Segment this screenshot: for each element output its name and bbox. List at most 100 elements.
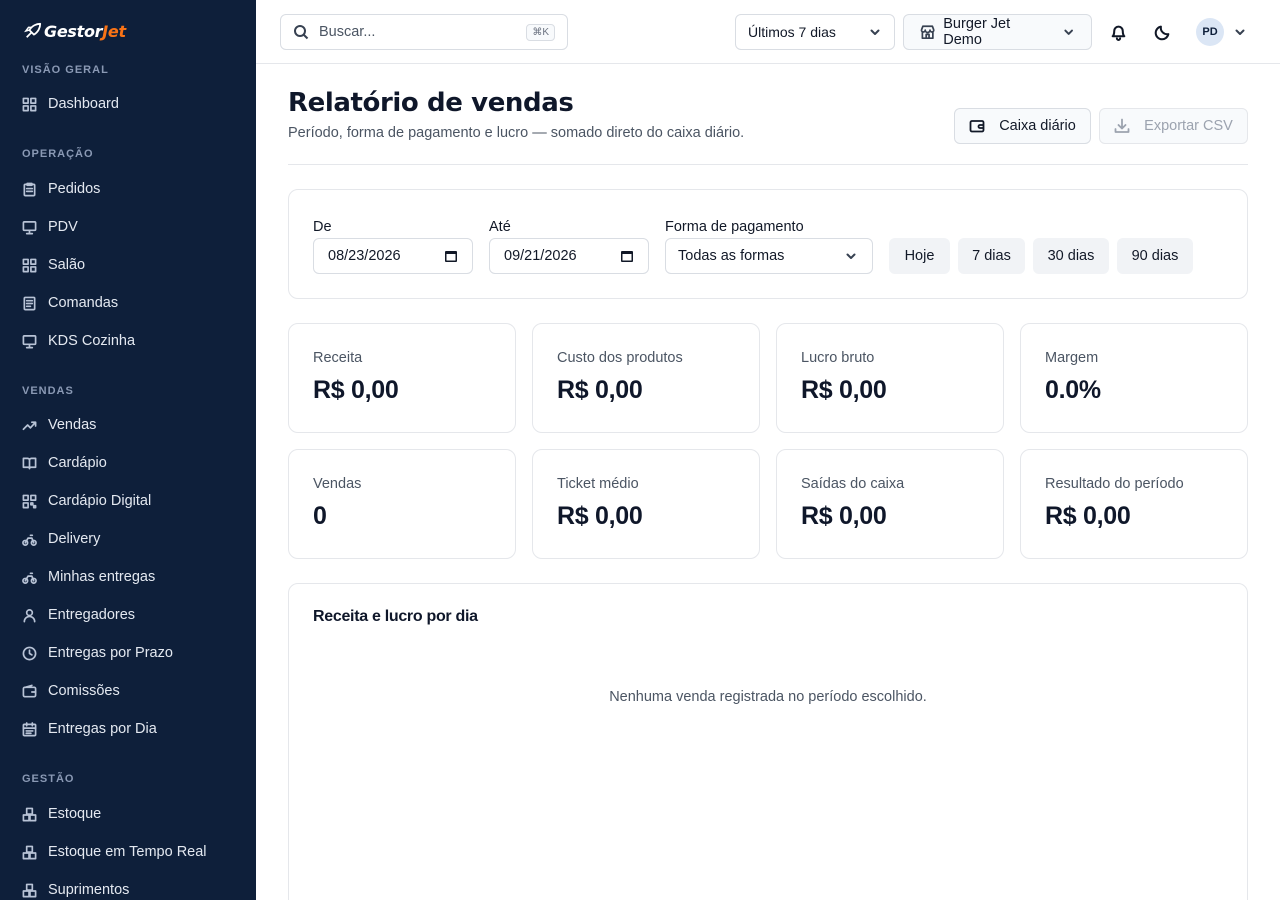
sidebar-item-label: PDV bbox=[48, 219, 78, 235]
sidebar-item-salao[interactable]: Salão bbox=[22, 250, 242, 280]
bike-icon bbox=[22, 533, 37, 546]
search-shortcut: ⌘K bbox=[526, 23, 555, 41]
stat-card-lucro-bruto: Lucro bruto R$ 0,00 bbox=[776, 323, 1004, 433]
page-title: Relatório de vendas bbox=[288, 88, 574, 118]
brand-logo[interactable]: GestorJet bbox=[24, 20, 126, 42]
sidebar-item-label: Cardápio bbox=[48, 455, 107, 471]
sidebar-item-estoque[interactable]: Estoque bbox=[22, 799, 242, 829]
notifications-button[interactable] bbox=[1106, 20, 1130, 44]
sidebar-item-label: Salão bbox=[48, 257, 86, 273]
monitor-icon bbox=[22, 220, 37, 234]
sidebar-item-label: Entregas por Prazo bbox=[48, 645, 173, 661]
from-date-input[interactable]: 08/23/2026 bbox=[313, 238, 473, 274]
stat-value: R$ 0,00 bbox=[801, 376, 887, 404]
avatar[interactable]: PD bbox=[1196, 18, 1224, 46]
quick-range-7-dias[interactable]: 7 dias bbox=[958, 238, 1025, 274]
page-subtitle: Período, forma de pagamento e lucro — so… bbox=[288, 125, 745, 141]
wallet-icon bbox=[22, 684, 37, 697]
boxes-icon bbox=[22, 883, 37, 897]
range-select[interactable]: Últimos 7 dias bbox=[735, 14, 895, 50]
theme-toggle-button[interactable] bbox=[1150, 20, 1174, 44]
sidebar-item-delivery[interactable]: Delivery bbox=[22, 524, 242, 554]
sidebar-item-estoque-tempo-real[interactable]: Estoque em Tempo Real bbox=[22, 837, 242, 867]
stat-card-margem: Margem 0.0% bbox=[1020, 323, 1248, 433]
stat-card-receita: Receita R$ 0,00 bbox=[288, 323, 516, 433]
quick-range-90-dias[interactable]: 90 dias bbox=[1117, 238, 1193, 274]
sidebar-item-pdv[interactable]: PDV bbox=[22, 212, 242, 242]
sidebar-item-vendas[interactable]: Vendas bbox=[22, 410, 242, 440]
stat-label: Custo dos produtos bbox=[557, 350, 683, 366]
from-label: De bbox=[313, 219, 332, 235]
grid-icon bbox=[22, 97, 37, 111]
clipboard-icon bbox=[23, 182, 36, 196]
to-label: Até bbox=[489, 219, 511, 235]
range-select-value: Últimos 7 dias bbox=[748, 24, 836, 40]
sidebar-item-comandas[interactable]: Comandas bbox=[22, 288, 242, 318]
sidebar-item-entregas-por-dia[interactable]: Entregas por Dia bbox=[22, 714, 242, 744]
sidebar-item-kds-cozinha[interactable]: KDS Cozinha bbox=[22, 326, 242, 356]
stat-value: 0.0% bbox=[1045, 376, 1101, 404]
chevron-down-icon[interactable] bbox=[1233, 25, 1247, 39]
nav-section-visao-geral: VISÃO GERAL bbox=[22, 64, 109, 76]
stat-label: Resultado do período bbox=[1045, 476, 1184, 492]
trend-up-icon bbox=[22, 420, 37, 430]
sidebar-item-pedidos[interactable]: Pedidos bbox=[22, 174, 242, 204]
bike-icon bbox=[22, 571, 37, 584]
sidebar-item-label: Cardápio Digital bbox=[48, 493, 152, 509]
payment-select[interactable]: Todas as formas bbox=[665, 238, 873, 274]
clock-icon bbox=[22, 646, 37, 660]
qrcode-icon bbox=[22, 494, 37, 508]
sidebar-item-cardapio[interactable]: Cardápio bbox=[22, 448, 242, 478]
export-csv-button[interactable]: Exportar CSV bbox=[1099, 108, 1248, 144]
calendar-icon[interactable] bbox=[444, 249, 458, 263]
rocket-icon bbox=[24, 22, 42, 38]
quick-range-hoje[interactable]: Hoje bbox=[889, 238, 950, 274]
sidebar-item-minhas-entregas[interactable]: Minhas entregas bbox=[22, 562, 242, 592]
sidebar-item-label: Minhas entregas bbox=[48, 569, 156, 585]
caixa-diario-label: Caixa diário bbox=[999, 118, 1076, 134]
calendar-icon[interactable] bbox=[620, 249, 634, 263]
store-select[interactable]: Burger Jet Demo bbox=[903, 14, 1092, 50]
stat-label: Margem bbox=[1045, 350, 1099, 366]
chevron-down-icon bbox=[870, 29, 880, 35]
sidebar-item-cardapio-digital[interactable]: Cardápio Digital bbox=[22, 486, 242, 516]
stat-label: Ticket médio bbox=[557, 476, 639, 492]
nav-section-vendas: VENDAS bbox=[22, 385, 74, 397]
sidebar-item-comissoes[interactable]: Comissões bbox=[22, 676, 242, 706]
download-icon bbox=[1114, 118, 1130, 133]
search-input[interactable]: Buscar... ⌘K bbox=[280, 14, 568, 50]
calendar-icon bbox=[22, 721, 37, 736]
nav-section-gestao: GESTÃO bbox=[22, 773, 75, 785]
chart-empty-message: Nenhuma venda registrada no período esco… bbox=[609, 689, 927, 705]
sidebar-item-label: Estoque em Tempo Real bbox=[48, 844, 207, 860]
sidebar-item-entregadores[interactable]: Entregadores bbox=[22, 600, 242, 630]
sidebar-item-entregas-por-prazo[interactable]: Entregas por Prazo bbox=[22, 638, 242, 668]
sidebar-item-dashboard[interactable]: Dashboard bbox=[22, 89, 242, 119]
list-icon bbox=[23, 296, 36, 310]
quick-range-30-dias[interactable]: 30 dias bbox=[1033, 238, 1109, 274]
bell-icon bbox=[1111, 25, 1125, 41]
sidebar-item-label: Dashboard bbox=[48, 96, 119, 112]
caixa-diario-button[interactable]: Caixa diário bbox=[954, 108, 1091, 144]
store-icon bbox=[920, 25, 935, 40]
payment-select-value: Todas as formas bbox=[678, 248, 785, 264]
sidebar-item-label: Comandas bbox=[48, 295, 119, 311]
sidebar-item-suprimentos[interactable]: Suprimentos bbox=[22, 875, 242, 900]
stat-value: R$ 0,00 bbox=[557, 376, 643, 404]
stat-value: R$ 0,00 bbox=[801, 502, 887, 530]
nav-section-operacao: OPERAÇÃO bbox=[22, 148, 94, 160]
brand-name-accent: Jet bbox=[102, 21, 126, 41]
sidebar-item-label: Comissões bbox=[48, 683, 120, 699]
grid-icon bbox=[22, 258, 37, 272]
boxes-icon bbox=[22, 845, 37, 859]
export-csv-label: Exportar CSV bbox=[1144, 118, 1233, 134]
topbar: Buscar... ⌘K Últimos 7 dias Burger Jet D… bbox=[256, 0, 1280, 64]
stat-card-resultado-periodo: Resultado do período R$ 0,00 bbox=[1020, 449, 1248, 559]
from-date-value: 08/23/2026 bbox=[328, 248, 401, 264]
chevron-down-icon bbox=[1064, 29, 1073, 35]
filter-card: De 08/23/2026 Até 09/21/2026 Forma de pa… bbox=[288, 189, 1248, 299]
to-date-input[interactable]: 09/21/2026 bbox=[489, 238, 649, 274]
stat-label: Saídas do caixa bbox=[801, 476, 905, 492]
stat-value: R$ 0,00 bbox=[313, 376, 399, 404]
stat-label: Vendas bbox=[313, 476, 362, 492]
